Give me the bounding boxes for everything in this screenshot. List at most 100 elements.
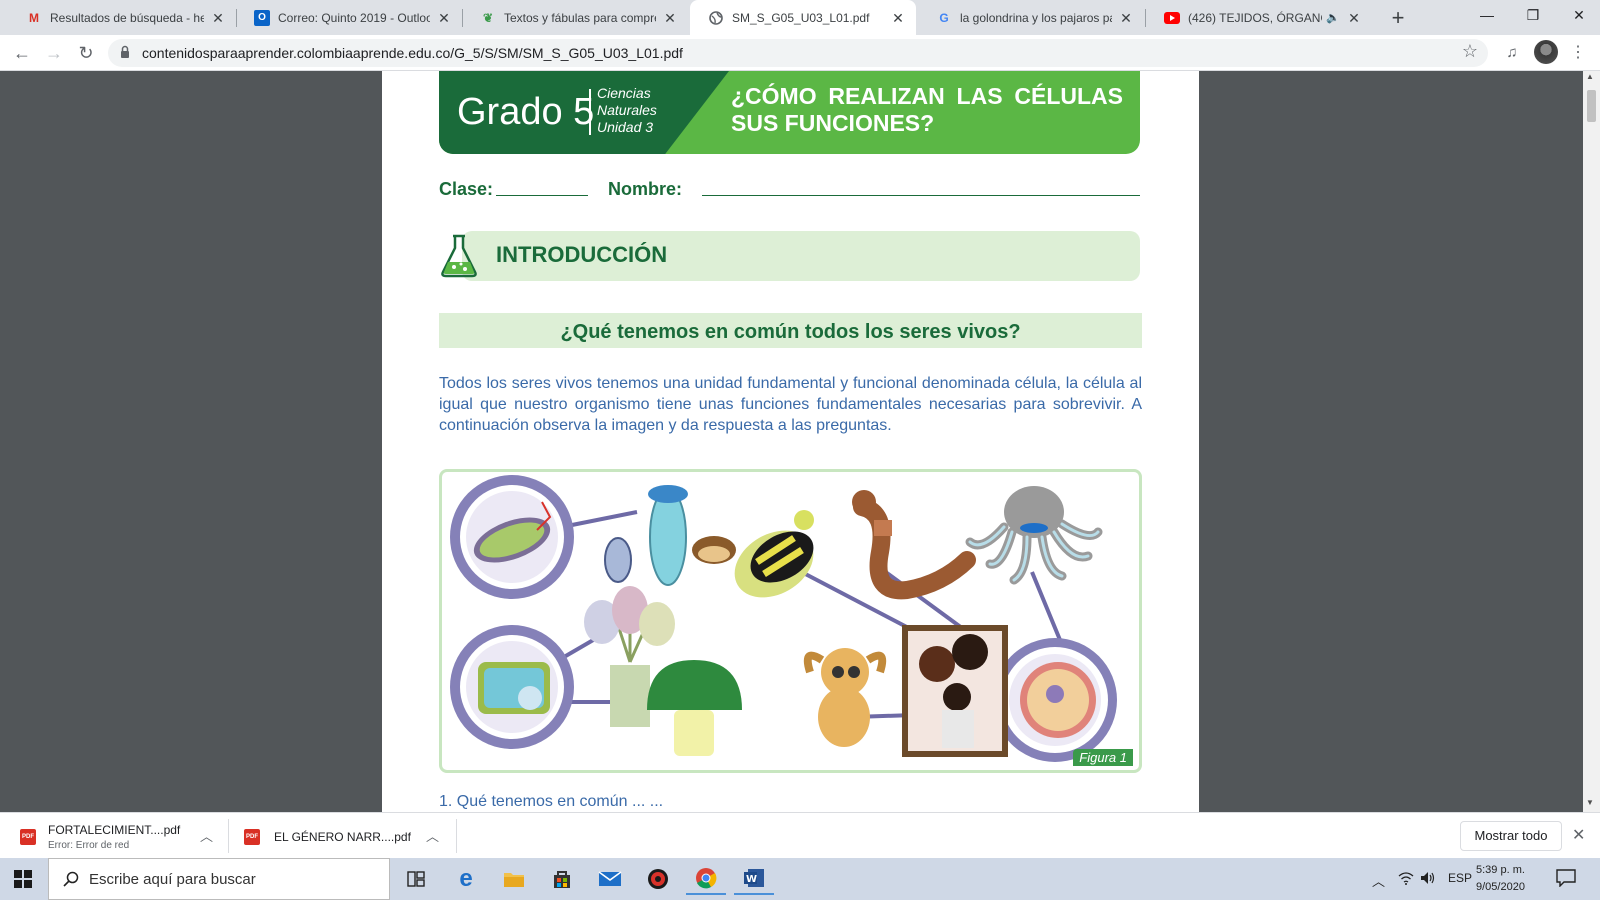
download-status: Error: Error de red <box>48 840 130 851</box>
system-clock[interactable]: 5:39 p. m. 9/05/2020 <box>1476 862 1525 896</box>
restore-button[interactable]: ❐ <box>1510 0 1556 30</box>
task-view-icon[interactable] <box>396 863 436 895</box>
edge-icon[interactable]: e <box>446 863 486 895</box>
tab-strip: M Resultados de búsqueda - herl ✕ O Corr… <box>0 0 1600 35</box>
close-icon[interactable]: ✕ <box>1346 10 1362 26</box>
download-filename: EL GÉNERO NARR....pdf <box>274 830 411 844</box>
nombre-label: Nombre: <box>608 179 683 199</box>
tab-label: SM_S_G05_U03_L01.pdf <box>732 10 870 25</box>
pdf-viewer: Grado 5 Ciencias Naturales Unidad 3 ¿CÓM… <box>0 71 1600 812</box>
grade-label: Grado 5 <box>457 91 595 133</box>
subject-line: Naturales <box>597 102 657 118</box>
tab-gmail[interactable]: M Resultados de búsqueda - herl ✕ <box>8 0 236 35</box>
scroll-thumb[interactable] <box>1587 90 1596 122</box>
subject-line: Ciencias <box>597 85 651 101</box>
menu-dots-icon[interactable]: ⋮ <box>1564 39 1592 67</box>
url-text: contenidosparaaprender.colombiaaprende.e… <box>142 45 683 61</box>
new-tab-button[interactable]: + <box>1384 5 1412 33</box>
leaf-icon: ❦ <box>482 10 494 25</box>
forward-button[interactable]: → <box>40 39 68 67</box>
lock-icon <box>121 45 129 58</box>
antivirus-icon[interactable] <box>638 863 678 895</box>
show-all-button[interactable]: Mostrar todo <box>1460 821 1562 851</box>
tab-pdf[interactable]: SM_S_G05_U03_L01.pdf ✕ <box>690 0 916 35</box>
close-icon[interactable]: ✕ <box>662 10 678 26</box>
word-icon[interactable]: W <box>734 863 774 895</box>
tab-textos[interactable]: ❦ Textos y fábulas para compren ✕ <box>462 0 688 35</box>
speaker-icon[interactable]: 🔈 <box>1326 11 1340 24</box>
close-icon[interactable]: ✕ <box>436 10 452 26</box>
back-button[interactable]: ← <box>8 39 36 67</box>
browser-toolbar: ← → ↻ contenidosparaaprender.colombiaapr… <box>0 35 1600 71</box>
search-icon <box>63 871 79 887</box>
media-control-icon[interactable]: ♫ <box>1498 39 1526 67</box>
taskbar-search[interactable]: Escribe aquí para buscar <box>48 858 390 900</box>
globe-icon <box>708 10 724 26</box>
title-line-2: SUS FUNCIONES? <box>731 110 935 136</box>
tab-label: la golondrina y los pajaros para <box>960 10 1112 25</box>
banner-divider <box>589 89 591 135</box>
unit-line: Unidad 3 <box>597 119 654 135</box>
download-filename: FORTALECIMIENT....pdf <box>48 823 181 837</box>
figure-1: Figura 1 <box>439 469 1142 773</box>
tab-label: Correo: Quinto 2019 - Outlook <box>278 10 430 25</box>
svg-text:W: W <box>746 874 757 885</box>
chevron-up-icon[interactable]: ︿ <box>200 826 213 845</box>
search-placeholder: Escribe aquí para buscar <box>89 871 256 888</box>
windows-taskbar: Escribe aquí para buscar e W ︿ ESP 5:39 … <box>0 858 1600 900</box>
store-icon[interactable] <box>542 863 582 895</box>
clock-date: 9/05/2020 <box>1476 881 1525 893</box>
close-icon[interactable]: ✕ <box>210 10 226 26</box>
file-explorer-icon[interactable] <box>494 863 534 895</box>
intro-paragraph: Todos los seres vivos tenemos una unidad… <box>439 375 1142 434</box>
pdf-file-icon: PDF <box>20 829 36 845</box>
reload-button[interactable]: ↻ <box>72 39 100 67</box>
google-icon: G <box>939 10 949 25</box>
download-item[interactable]: PDF FORTALECIMIENT....pdf Error: Error d… <box>0 813 226 859</box>
lesson-banner: Grado 5 Ciencias Naturales Unidad 3 ¿CÓM… <box>439 71 1140 154</box>
tab-label: Textos y fábulas para compren <box>504 10 656 25</box>
close-icon[interactable]: ✕ <box>1572 825 1585 845</box>
close-icon[interactable]: ✕ <box>890 10 906 26</box>
download-item[interactable]: PDF EL GÉNERO NARR....pdf ︿ <box>228 813 454 859</box>
pdf-page: Grado 5 Ciencias Naturales Unidad 3 ¿CÓM… <box>382 71 1199 812</box>
notification-icon[interactable] <box>1556 869 1576 887</box>
clock-time: 5:39 p. m. <box>1476 864 1525 876</box>
volume-icon[interactable] <box>1420 871 1436 888</box>
figure-caption: Figura 1 <box>1073 749 1133 766</box>
tab-outlook[interactable]: O Correo: Quinto 2019 - Outlook ✕ <box>236 0 462 35</box>
tab-label: Resultados de búsqueda - herl <box>50 10 204 25</box>
tab-label: (426) TEJIDOS, ÓRGANOS <box>1188 10 1322 25</box>
youtube-icon <box>1164 10 1180 26</box>
scroll-down-arrow[interactable]: ▼ <box>1586 798 1594 807</box>
tab-google[interactable]: G la golondrina y los pajaros para ✕ <box>918 0 1144 35</box>
download-bar: PDF FORTALECIMIENT....pdf Error: Error d… <box>0 812 1600 858</box>
download-separator <box>456 819 457 853</box>
section-title: INTRODUCCIÓN <box>496 242 668 267</box>
nombre-line <box>702 195 1140 196</box>
chevron-up-icon[interactable]: ︿ <box>426 826 439 845</box>
outlook-icon: O <box>254 9 270 26</box>
clase-label: Clase: <box>439 179 494 199</box>
question-heading-bar: ¿Qué tenemos en común todos los seres vi… <box>439 313 1142 348</box>
title-line-1: ¿CÓMO REALIZAN LAS CÉLULAS <box>731 83 1123 109</box>
address-bar[interactable]: contenidosparaaprender.colombiaaprende.e… <box>108 39 1488 67</box>
avatar[interactable] <box>1534 40 1558 64</box>
language-indicator[interactable]: ESP <box>1448 871 1472 885</box>
minimize-button[interactable]: — <box>1464 0 1510 30</box>
chrome-icon[interactable] <box>686 863 726 895</box>
bookmark-star-icon[interactable]: ☆ <box>1462 41 1478 62</box>
lesson-title: ¿CÓMO REALIZAN LAS CÉLULAS SUS FUNCIONES… <box>731 83 1123 137</box>
gmail-icon: M <box>29 10 39 25</box>
vertical-scrollbar[interactable] <box>1583 71 1600 812</box>
mail-icon[interactable] <box>590 863 630 895</box>
clase-line <box>496 195 588 196</box>
chevron-up-icon[interactable]: ︿ <box>1372 871 1385 890</box>
tab-youtube[interactable]: (426) TEJIDOS, ÓRGANOS 🔈 ✕ <box>1146 0 1372 35</box>
windows-start-icon[interactable] <box>14 870 32 888</box>
close-icon[interactable]: ✕ <box>1118 10 1134 26</box>
close-window-button[interactable]: ✕ <box>1556 0 1600 30</box>
question-1-partial: 1. Qué tenemos en común ... ... <box>439 793 664 810</box>
scroll-up-arrow[interactable]: ▲ <box>1586 72 1594 81</box>
wifi-icon[interactable] <box>1398 871 1414 888</box>
